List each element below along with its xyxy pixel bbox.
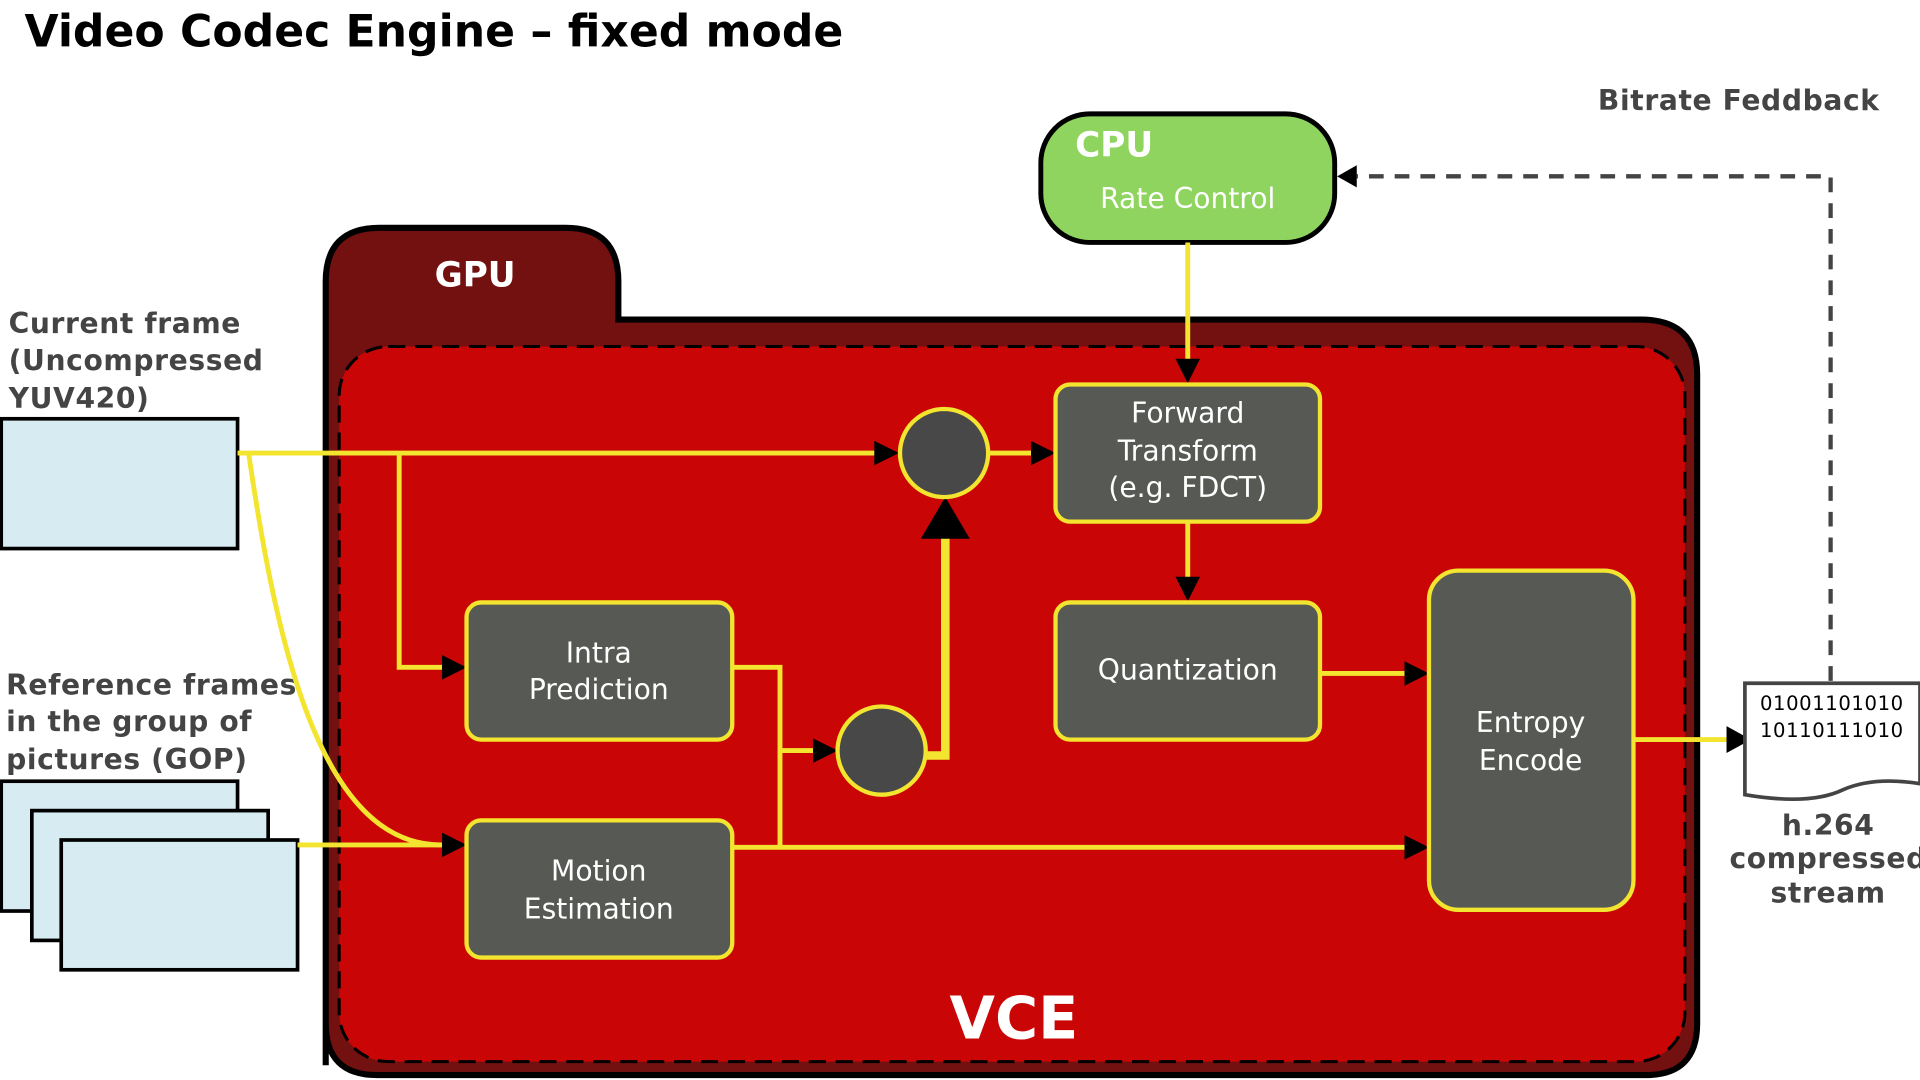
cpu-box: CPU Rate Control (1038, 111, 1338, 245)
mux-node (835, 704, 928, 797)
intra-prediction-line-1: Intra (566, 636, 632, 669)
codec-diagram: Video Codec Engine – fixed mode GPU VCE … (0, 7, 1920, 1079)
motion-estimation-shape (464, 818, 735, 960)
current-frame-line-1: Current frame (9, 307, 241, 340)
output-stream: 01001101010 10110111010 h.264 compressed… (1729, 681, 1920, 909)
intra-prediction-block: Intra Prediction (464, 600, 735, 742)
intra-prediction-shape (464, 600, 735, 742)
reference-frames-label: Reference frames in the group of picture… (6, 668, 297, 776)
output-label-line-3: stream (1771, 876, 1886, 909)
reference-frames-line-3: pictures (GOP) (6, 743, 248, 776)
output-label-line-1: h.264 (1782, 809, 1875, 842)
current-frame-label: Current frame (Uncompressed YUV420) (8, 307, 264, 415)
current-frame-image (0, 416, 240, 551)
cpu-heading: CPU (1075, 126, 1153, 166)
rate-control-label: Rate Control (1100, 182, 1275, 215)
forward-transform-line-1: Forward (1131, 396, 1244, 429)
sum-node (897, 406, 991, 500)
output-bits-line-1: 01001101010 (1760, 692, 1904, 715)
reference-frames-line-2: in the group of (6, 705, 252, 738)
motion-estimation-line-1: Motion (551, 854, 646, 887)
reference-frames-line-1: Reference frames (6, 668, 297, 701)
vce-label: VCE (949, 983, 1078, 1052)
current-frame-line-3: YUV420) (8, 382, 150, 415)
quantization-label: Quantization (1098, 654, 1278, 687)
output-bits-line-2: 10110111010 (1760, 719, 1904, 742)
forward-transform-line-2: Transform (1117, 434, 1258, 467)
current-frame-line-2: (Uncompressed (9, 344, 264, 377)
page-title: Video Codec Engine – fixed mode (24, 7, 843, 58)
entropy-encode-block: Entropy Encode (1426, 568, 1636, 912)
entropy-encode-line-1: Entropy (1476, 706, 1585, 739)
reference-frames-stack (0, 779, 300, 972)
output-label-line-2: compressed (1729, 842, 1920, 875)
intra-prediction-line-2: Prediction (529, 673, 669, 706)
feedback-arrow-icon (1337, 165, 1357, 188)
reference-frame-3 (59, 838, 300, 972)
forward-transform-block: Forward Transform (e.g. FDCT) (1053, 382, 1323, 524)
quantization-block: Quantization (1053, 600, 1323, 742)
gpu-heading: GPU (435, 256, 516, 296)
entropy-encode-shape (1426, 568, 1636, 912)
motion-estimation-block: Motion Estimation (464, 818, 735, 960)
feedback-label: Bitrate Feddback (1598, 84, 1880, 117)
motion-estimation-line-2: Estimation (524, 892, 674, 925)
entropy-encode-line-2: Encode (1479, 744, 1583, 777)
forward-transform-line-3: (e.g. FDCT) (1108, 471, 1267, 504)
